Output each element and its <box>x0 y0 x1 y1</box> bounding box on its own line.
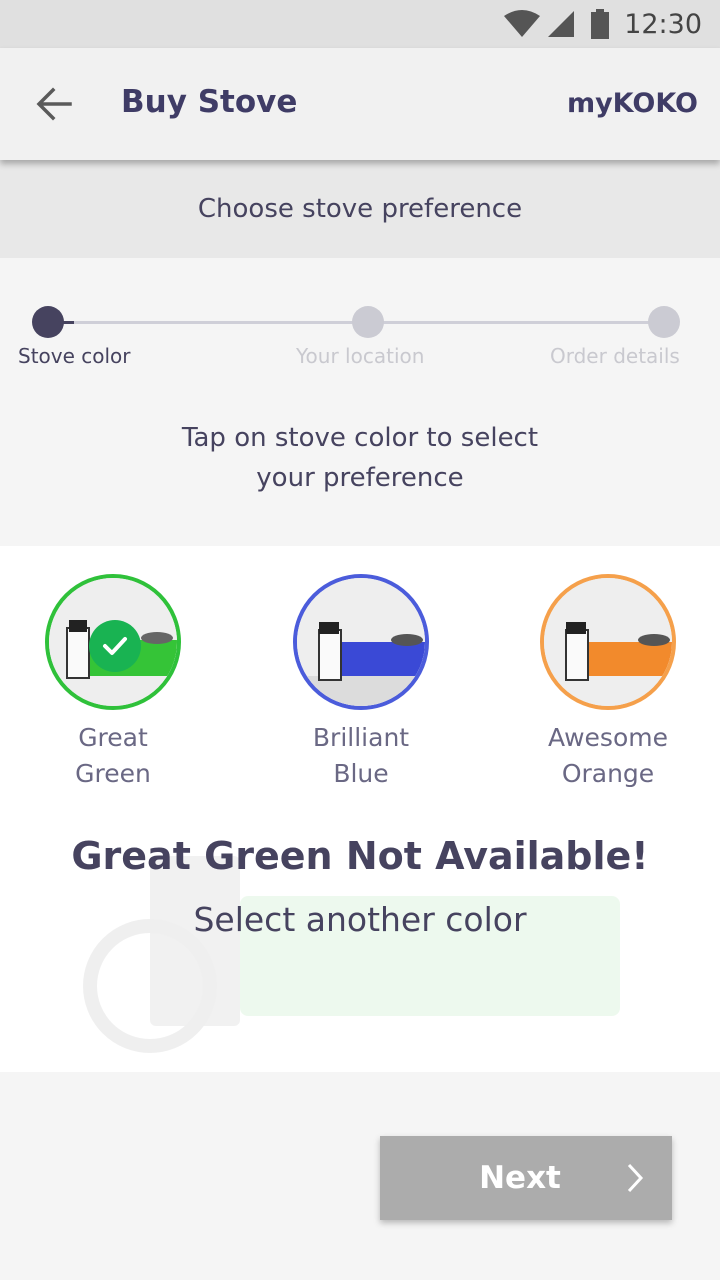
color-label-great-green: Great Green <box>13 720 213 792</box>
color-label-awesome-orange: Awesome Orange <box>508 720 708 792</box>
unavailable-notice-title: Great Green Not Available! <box>71 834 649 878</box>
stove-thumbnail-green <box>45 574 181 710</box>
color-options: Great Green Brilliant Blue Awesome Orang… <box>0 546 720 1072</box>
back-button[interactable] <box>22 72 86 136</box>
instruction-text: Tap on stove color to select your prefer… <box>0 418 720 498</box>
step-label-order-details: Order details <box>550 344 680 368</box>
check-icon <box>89 620 141 672</box>
app-bar: Buy Stove myKOKO <box>0 48 720 160</box>
wifi-icon <box>504 10 541 37</box>
step-dot-stove-color <box>32 306 64 338</box>
status-icons: 12:30 <box>504 8 702 40</box>
status-bar: 12:30 <box>0 0 720 48</box>
color-label-line: Great <box>78 723 148 752</box>
signal-icon <box>548 11 575 37</box>
step-label-your-location: Your location <box>296 344 425 368</box>
color-option-brilliant-blue[interactable]: Brilliant Blue <box>261 574 461 792</box>
step-dot-order-details <box>648 306 680 338</box>
step-dot-your-location <box>352 306 384 338</box>
color-label-line: Awesome <box>548 723 668 752</box>
color-label-brilliant-blue: Brilliant Blue <box>261 720 461 792</box>
color-option-awesome-orange[interactable]: Awesome Orange <box>508 574 708 792</box>
next-button-label: Next <box>479 1160 561 1196</box>
unavailable-notice-subtitle: Select another color <box>193 900 527 939</box>
stove-image-orange <box>544 578 672 706</box>
color-option-great-green[interactable]: Great Green <box>13 574 213 792</box>
chevron-right-icon <box>627 1163 644 1193</box>
next-button[interactable]: Next <box>380 1136 672 1220</box>
color-label-line: Brilliant <box>312 723 410 752</box>
brand-logo: myKOKO <box>566 88 698 119</box>
stove-thumbnail-orange <box>540 574 676 710</box>
instruction-line-1: Tap on stove color to select <box>181 423 539 453</box>
section-header: Choose stove preference <box>0 160 720 258</box>
color-label-line: Orange <box>561 759 655 788</box>
progress-stepper: Stove color Your location Order details … <box>0 258 720 546</box>
page-title: Buy Stove <box>121 84 298 120</box>
step-label-stove-color: Stove color <box>18 344 131 368</box>
color-label-line: Green <box>75 759 151 788</box>
stove-image-blue <box>297 578 425 706</box>
arrow-left-icon <box>36 87 72 121</box>
status-time: 12:30 <box>624 8 702 40</box>
stove-thumbnail-blue <box>293 574 429 710</box>
color-label-line: Blue <box>333 759 389 788</box>
instruction-line-2: your preference <box>256 463 464 493</box>
battery-icon <box>591 9 610 39</box>
